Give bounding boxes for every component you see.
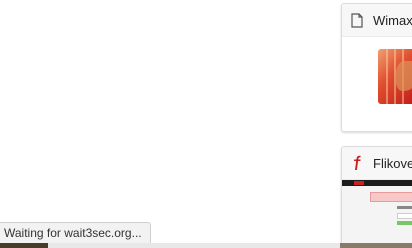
bottom-strip — [0, 243, 412, 248]
card-header: Flikover — [342, 147, 412, 180]
flickr-f-icon — [350, 155, 364, 171]
card-title: Wimax — [373, 12, 412, 28]
card-header: Wimax — [342, 4, 412, 37]
status-bar: Waiting for wait3sec.org... — [0, 222, 151, 243]
card-title: Flikover — [373, 155, 412, 171]
suggestion-card-flikover[interactable]: Flikover — [341, 146, 412, 248]
document-icon — [350, 12, 364, 28]
browser-viewport: Wimax Flikover — [0, 0, 412, 248]
suggestion-card-wimax[interactable]: Wimax — [341, 3, 412, 132]
page-content: Wimax Flikover — [0, 0, 412, 248]
card-thumbnail — [378, 49, 412, 104]
card-thumbnail — [342, 180, 412, 247]
status-text: Waiting for wait3sec.org... — [4, 226, 142, 240]
